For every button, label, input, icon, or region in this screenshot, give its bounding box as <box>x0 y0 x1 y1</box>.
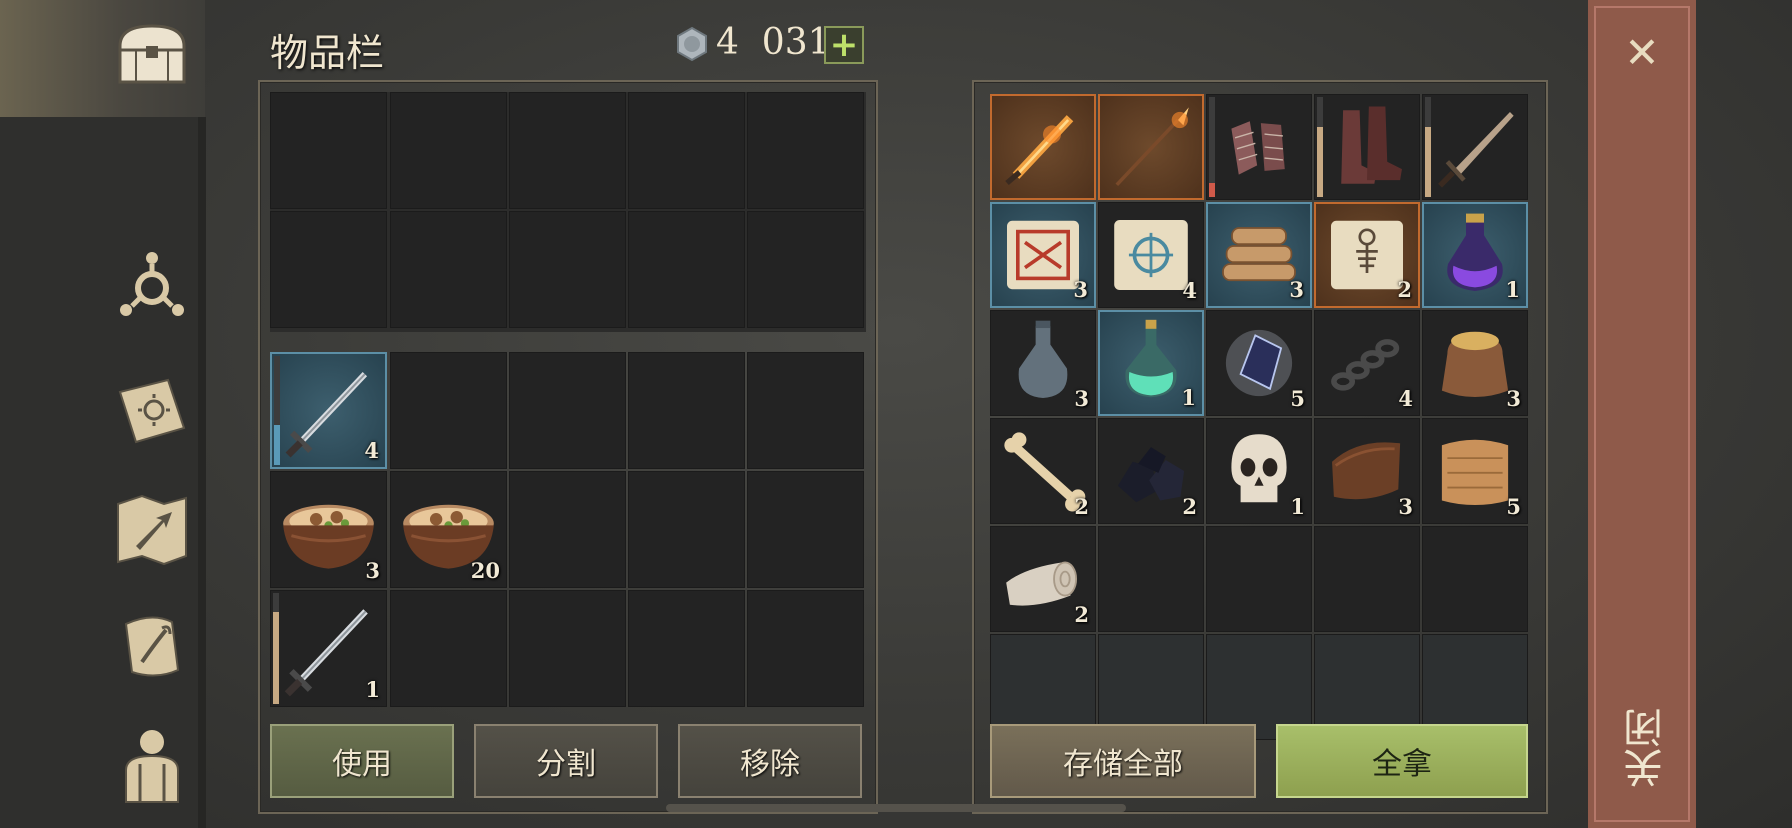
inventory-slot[interactable] <box>509 92 626 209</box>
container-slot[interactable]: 5 <box>1206 310 1312 416</box>
item-count: 4 <box>1182 278 1197 303</box>
inventory-slot[interactable] <box>509 471 626 588</box>
inventory-slot[interactable] <box>747 352 864 469</box>
container-slot[interactable] <box>1098 94 1204 200</box>
leather-boots-icon <box>1341 106 1402 184</box>
item-count: 5 <box>1290 386 1305 411</box>
close-panel[interactable]: ✕ 关闭 <box>1588 0 1696 828</box>
container-slot[interactable]: 4 <box>1098 202 1204 308</box>
container-slot[interactable] <box>1422 94 1528 200</box>
take-all-button[interactable]: 全拿 <box>1276 724 1528 798</box>
item-count: 1 <box>1505 277 1520 302</box>
close-x-icon[interactable]: ✕ <box>1618 28 1666 77</box>
item-count: 3 <box>1506 386 1521 411</box>
item-count: 3 <box>1398 494 1413 519</box>
inventory-slot[interactable] <box>270 92 387 209</box>
skills-icon[interactable] <box>108 248 196 328</box>
quest-scroll-icon[interactable] <box>108 606 196 686</box>
inventory-slot[interactable] <box>509 590 626 707</box>
container-slot[interactable] <box>990 94 1096 200</box>
inventory-slot[interactable] <box>628 471 745 588</box>
inventory-slot[interactable] <box>747 211 864 328</box>
container-slot[interactable]: 2 <box>1314 202 1420 308</box>
short-sword-icon <box>1438 112 1514 188</box>
inventory-slot[interactable]: 20 <box>390 471 507 588</box>
inventory-slot[interactable] <box>628 211 745 328</box>
sidebar-edge <box>198 117 206 828</box>
container-slot[interactable]: 3 <box>1206 202 1312 308</box>
container-slot[interactable]: 1 <box>1206 418 1312 524</box>
sidebar-rail <box>0 117 205 828</box>
chainmail-gloves-icon <box>1231 121 1285 175</box>
item-count: 3 <box>1074 386 1089 411</box>
inventory-slot[interactable] <box>390 92 507 209</box>
container-slot[interactable] <box>1206 526 1312 632</box>
recipes-book-icon[interactable] <box>108 372 196 452</box>
scroll-handle[interactable] <box>666 804 1126 812</box>
container-slot[interactable]: 1 <box>1098 310 1204 416</box>
inventory-slot[interactable] <box>628 92 745 209</box>
container-slot[interactable]: 4 <box>1314 310 1420 416</box>
item-count: 1 <box>1181 385 1196 410</box>
inventory-slot[interactable]: 1 <box>270 590 387 707</box>
item-count: 2 <box>1397 277 1412 302</box>
item-count: 5 <box>1506 494 1521 519</box>
inventory-slot[interactable] <box>390 211 507 328</box>
container-slot[interactable] <box>1422 526 1528 632</box>
container-slot[interactable]: 3 <box>990 310 1096 416</box>
currency-amount: 4 031 <box>716 22 831 63</box>
silver-coin-icon <box>674 26 710 62</box>
container-slot[interactable]: 3 <box>1314 418 1420 524</box>
item-count: 1 <box>1290 494 1305 519</box>
item-count: 3 <box>1073 277 1088 302</box>
container-slot[interactable]: 2 <box>990 418 1096 524</box>
container-slot[interactable] <box>1314 526 1420 632</box>
item-count: 20 <box>470 558 500 583</box>
inventory-slot[interactable] <box>390 590 507 707</box>
inventory-slot[interactable] <box>390 352 507 469</box>
container-slot[interactable]: 2 <box>990 526 1096 632</box>
sidebar <box>0 0 206 828</box>
map-icon[interactable] <box>108 490 196 570</box>
container-slot[interactable] <box>1314 94 1420 200</box>
flame-sword-icon <box>1005 115 1074 186</box>
chest-icon[interactable] <box>108 16 196 96</box>
remove-button[interactable]: 移除 <box>678 724 862 798</box>
add-currency-button[interactable]: + <box>824 26 864 64</box>
item-count: 3 <box>365 558 380 583</box>
inventory-slot[interactable] <box>509 352 626 469</box>
container-slot[interactable] <box>1098 526 1204 632</box>
inventory-slot[interactable] <box>628 352 745 469</box>
close-panel-border <box>1594 6 1690 822</box>
item-count: 2 <box>1074 602 1089 627</box>
item-count: 2 <box>1182 494 1197 519</box>
inventory-slot[interactable]: 3 <box>270 471 387 588</box>
item-count: 4 <box>364 438 379 463</box>
close-label[interactable]: 关闭 <box>1618 708 1670 788</box>
container-slot[interactable] <box>1206 94 1312 200</box>
split-button[interactable]: 分割 <box>474 724 658 798</box>
container-slot[interactable]: 1 <box>1422 202 1528 308</box>
use-button[interactable]: 使用 <box>270 724 454 798</box>
container-slot[interactable]: 3 <box>990 202 1096 308</box>
item-count: 2 <box>1074 494 1089 519</box>
item-count: 1 <box>365 677 380 702</box>
inventory-slot[interactable] <box>628 590 745 707</box>
page-title: 物品栏 <box>270 31 385 75</box>
item-count: 4 <box>1398 386 1413 411</box>
store-all-button[interactable]: 存储全部 <box>990 724 1256 798</box>
container-slot[interactable]: 3 <box>1422 310 1528 416</box>
flame-spear-icon <box>1115 107 1189 187</box>
item-count: 3 <box>1289 277 1304 302</box>
inventory-slot[interactable] <box>747 590 864 707</box>
inventory-slot[interactable] <box>509 211 626 328</box>
container-slot[interactable]: 2 <box>1098 418 1204 524</box>
inventory-slot[interactable]: 4 <box>270 352 387 469</box>
inventory-slot[interactable] <box>747 92 864 209</box>
inventory-slot[interactable] <box>747 471 864 588</box>
container-slot[interactable]: 5 <box>1422 418 1528 524</box>
character-icon[interactable] <box>108 724 196 804</box>
inventory-slot[interactable] <box>270 211 387 328</box>
